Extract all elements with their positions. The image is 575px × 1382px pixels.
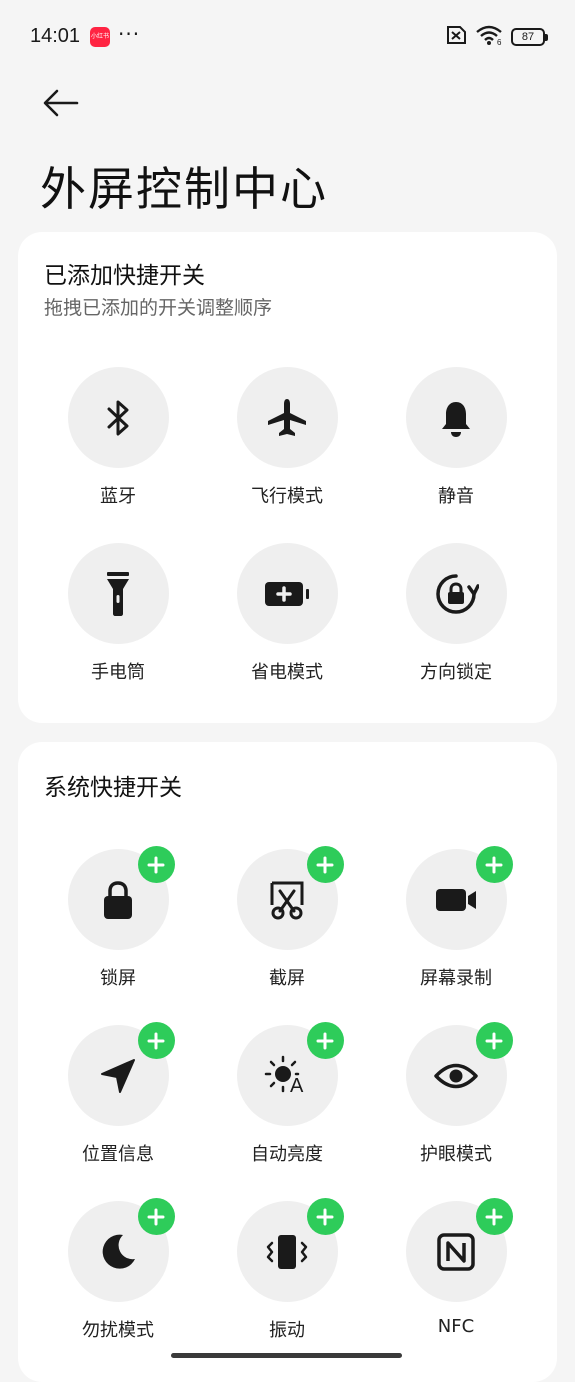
plus-icon: [485, 1032, 503, 1049]
tile-circle[interactable]: [236, 543, 338, 644]
tile-circle[interactable]: [405, 543, 507, 644]
tile-silent[interactable]: 静音: [386, 367, 526, 508]
tile-circle[interactable]: [67, 1022, 175, 1126]
eye-icon: [434, 1063, 478, 1088]
tile-label: 勿扰模式: [82, 1320, 154, 1341]
screenshot-icon: [270, 881, 304, 919]
tile-flashlight[interactable]: 手电筒: [48, 543, 188, 684]
add-toggle-button[interactable]: [306, 1022, 344, 1059]
bluetooth-icon: [107, 400, 129, 435]
add-toggle-button[interactable]: [137, 1198, 175, 1235]
tile-label: 方向锁定: [420, 662, 492, 683]
wifi-icon: 6: [475, 24, 503, 50]
more-notifications-icon: ···: [118, 22, 141, 46]
svg-text:A: A: [290, 1075, 304, 1097]
tile-battery-saver[interactable]: 省电模式: [217, 543, 357, 684]
tile-circle[interactable]: A: [236, 1022, 344, 1126]
added-toggles-card: 已添加快捷开关 拖拽已添加的开关调整顺序 蓝牙 飞行模式 静音 手电筒 省电模式…: [18, 232, 557, 723]
location-icon: [101, 1058, 135, 1093]
tile-circle[interactable]: [405, 1198, 513, 1302]
status-time: 14:01: [30, 25, 81, 47]
tile-circle[interactable]: [405, 367, 507, 468]
tile-circle[interactable]: [67, 1198, 175, 1302]
tile-circle[interactable]: [67, 367, 169, 468]
plus-icon: [147, 856, 165, 873]
back-button[interactable]: [38, 80, 84, 126]
airplane-icon: [268, 398, 306, 436]
add-toggle-button[interactable]: [306, 846, 344, 883]
tile-rotation-lock[interactable]: 方向锁定: [386, 543, 526, 684]
vibrate-icon: [266, 1234, 308, 1269]
tile-circle[interactable]: [405, 846, 513, 950]
back-arrow-icon: [43, 89, 79, 117]
plus-icon: [147, 1032, 165, 1049]
tile-location[interactable]: 位置信息: [48, 1022, 188, 1166]
tile-circle[interactable]: [236, 367, 338, 468]
moon-icon: [102, 1234, 135, 1269]
tile-vibrate[interactable]: 振动: [217, 1198, 357, 1342]
home-indicator[interactable]: [171, 1353, 402, 1358]
plus-icon: [485, 1208, 503, 1225]
added-section-subtitle: 拖拽已添加的开关调整顺序: [44, 297, 273, 319]
tile-label: 蓝牙: [100, 486, 136, 507]
battery-indicator: 87: [511, 28, 548, 46]
tile-label: 护眼模式: [420, 1144, 492, 1165]
plus-icon: [316, 856, 334, 873]
plus-icon: [316, 1032, 334, 1049]
nfc-icon: [437, 1232, 475, 1271]
tile-lock-screen[interactable]: 锁屏: [48, 846, 188, 990]
tile-label: 飞行模式: [251, 486, 323, 507]
add-toggle-button[interactable]: [475, 846, 513, 883]
tile-auto-brightness[interactable]: A 自动亮度: [217, 1022, 357, 1166]
tile-bluetooth[interactable]: 蓝牙: [48, 367, 188, 508]
add-toggle-button[interactable]: [475, 1022, 513, 1059]
tile-screen-record[interactable]: 屏幕录制: [386, 846, 526, 990]
bell-icon: [442, 401, 470, 437]
auto-brightness-icon: A: [264, 1055, 304, 1097]
lock-icon: [104, 880, 132, 919]
screen-record-icon: [436, 888, 476, 911]
tile-label: 手电筒: [91, 662, 145, 683]
tile-circle[interactable]: [67, 846, 175, 950]
flashlight-icon: [107, 571, 129, 616]
app-notification-icon: 小红书: [90, 27, 110, 47]
tile-label: 振动: [269, 1320, 305, 1341]
battery-saver-icon: [265, 581, 309, 606]
add-toggle-button[interactable]: [306, 1198, 344, 1235]
tile-label: NFC: [437, 1316, 475, 1337]
tile-label: 锁屏: [100, 968, 136, 989]
plus-icon: [147, 1208, 165, 1225]
tile-circle[interactable]: [236, 846, 344, 950]
tile-eye-comfort[interactable]: 护眼模式: [386, 1022, 526, 1166]
tile-nfc[interactable]: NFC: [386, 1198, 526, 1337]
tile-label: 位置信息: [82, 1144, 154, 1165]
system-section-title: 系统快捷开关: [44, 775, 182, 801]
status-icons: 6 87: [443, 24, 548, 50]
add-toggle-button[interactable]: [137, 846, 175, 883]
plus-icon: [485, 856, 503, 873]
tile-do-not-disturb[interactable]: 勿扰模式: [48, 1198, 188, 1342]
rotation-lock-icon: [436, 573, 479, 614]
system-toggles-card: 系统快捷开关 锁屏 截屏 屏幕录制 位置信息 A 自动亮度 护眼模式 勿扰模式 …: [18, 742, 557, 1382]
tile-label: 屏幕录制: [420, 968, 492, 989]
tile-label: 省电模式: [251, 662, 323, 683]
tile-label: 静音: [438, 486, 474, 507]
add-toggle-button[interactable]: [137, 1022, 175, 1059]
tile-airplane-mode[interactable]: 飞行模式: [217, 367, 357, 508]
add-toggle-button[interactable]: [475, 1198, 513, 1235]
tile-circle[interactable]: [67, 543, 169, 644]
added-section-title: 已添加快捷开关: [44, 263, 205, 289]
svg-text:6: 6: [497, 38, 502, 46]
plus-icon: [316, 1208, 334, 1225]
tile-label: 自动亮度: [251, 1144, 323, 1165]
tile-circle[interactable]: [236, 1198, 344, 1302]
page-title: 外屏控制中心: [40, 162, 328, 216]
tile-circle[interactable]: [405, 1022, 513, 1126]
no-sim-icon: [443, 25, 467, 49]
tile-label: 截屏: [269, 968, 305, 989]
tile-screenshot[interactable]: 截屏: [217, 846, 357, 990]
status-bar: 14:01 小红书 ··· 6 87: [0, 0, 575, 74]
